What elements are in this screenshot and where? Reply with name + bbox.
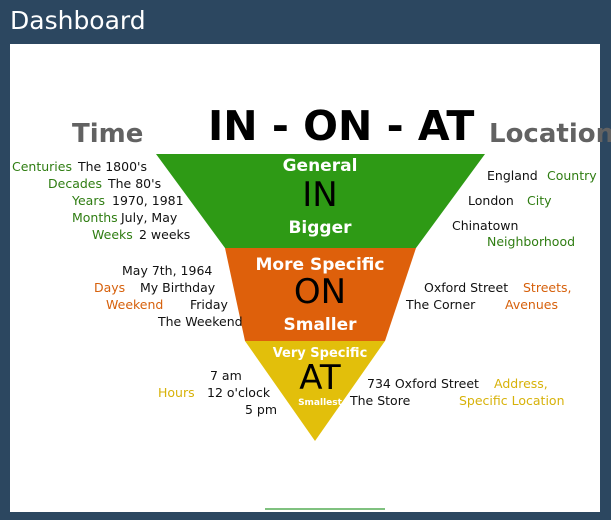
in-top-label: General	[282, 156, 358, 176]
time-in-ex-weeks: 2 weeks	[139, 227, 191, 242]
loc-at-ex-734: 734 Oxford Street	[367, 376, 479, 391]
time-on-cat-days: Days	[94, 280, 126, 295]
loc-on-cat-streets: Streets,	[523, 280, 572, 295]
time-in-ex-months: July, May	[121, 210, 178, 225]
time-on-ex-date: May 7th, 1964	[122, 263, 213, 278]
in-bottom-label: Bigger	[288, 218, 352, 238]
time-on-ex-birthday: My Birthday	[140, 280, 216, 295]
time-in-cat-centuries: Centuries	[12, 159, 72, 174]
time-at-ex-12: 12 o'clock	[207, 385, 271, 400]
loc-in-cat-city: City	[527, 193, 552, 208]
loc-on-ex-oxford: Oxford Street	[424, 280, 509, 295]
title-bar: Dashboard	[0, 0, 611, 44]
time-in-ex-decades: The 80's	[108, 176, 162, 191]
in-word: IN	[302, 175, 338, 215]
time-at-ex-5pm: 5 pm	[245, 402, 278, 417]
on-bottom-label: Smaller	[283, 315, 357, 335]
footer-divider	[265, 508, 385, 510]
loc-on-ex-corner: The Corner	[406, 297, 476, 312]
loc-in-ex-england: England	[487, 168, 538, 183]
time-in-ex-centuries: The 1800's	[78, 159, 147, 174]
loc-at-cat-address: Address,	[494, 376, 548, 391]
time-in-cat-weeks: Weeks	[92, 227, 133, 242]
time-in-cat-years: Years	[72, 193, 105, 208]
location-heading: Location	[489, 119, 611, 149]
time-on-ex-friday: Friday	[190, 297, 228, 312]
time-in-cat-months: Months	[72, 210, 118, 225]
content-panel: IN - ON - AT Time Location General IN Bi…	[10, 44, 611, 512]
loc-in-ex-chinatown: Chinatown	[452, 218, 519, 233]
time-on-cat-weekend: Weekend	[106, 297, 164, 312]
time-at-cat-hours: Hours	[158, 385, 195, 400]
time-in-cat-decades: Decades	[48, 176, 102, 191]
loc-in-ex-london: London	[468, 193, 514, 208]
loc-at-cat-specific: Specific Location	[459, 393, 565, 408]
time-on-ex-weekend: The Weekend	[158, 314, 243, 329]
loc-at-ex-store: The Store	[350, 393, 411, 408]
time-at-ex-7am: 7 am	[210, 368, 242, 383]
loc-in-cat-country: Country	[547, 168, 597, 183]
window-title: Dashboard	[10, 6, 146, 35]
time-in-ex-years: 1970, 1981	[112, 193, 184, 208]
diagram-title: IN - ON - AT	[208, 102, 475, 150]
loc-in-cat-neighborhood: Neighborhood	[487, 234, 576, 249]
on-word: ON	[293, 272, 347, 312]
loc-on-cat-avenues: Avenues	[505, 297, 558, 312]
time-heading: Time	[72, 119, 144, 149]
